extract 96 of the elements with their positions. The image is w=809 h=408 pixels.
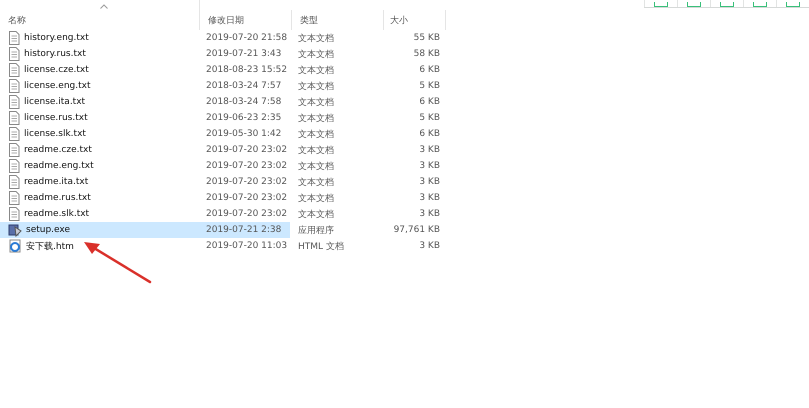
modified-date: 2019-07-20 21:58 (206, 33, 288, 43)
file-type: 文本文档 (298, 48, 334, 60)
text-file-icon (8, 47, 20, 61)
file-size: 5 KB (419, 81, 440, 91)
toolbar-icon (786, 2, 800, 7)
modified-date: 2019-07-20 23:02 (206, 193, 288, 203)
file-type: 文本文档 (298, 112, 334, 124)
text-file-icon (8, 63, 20, 77)
column-header[interactable]: 修改日期 (200, 10, 292, 30)
file-type: 文本文档 (298, 208, 334, 220)
file-row[interactable]: readme.ita.txt 2019-07-20 23:02 文本文档 3 KB (0, 174, 446, 190)
modified-date: 2019-07-21 3:43 (206, 49, 282, 59)
modified-date: 2019-06-23 2:35 (206, 113, 282, 123)
column-header[interactable]: 名称 (0, 0, 200, 30)
modified-date: 2019-07-21 2:38 (206, 225, 282, 235)
column-label: 大小 (390, 14, 408, 26)
file-name: history.eng.txt (24, 33, 89, 43)
file-row[interactable]: license.rus.txt 2019-06-23 2:35 文本文档 5 KB (0, 110, 446, 126)
file-name: readme.cze.txt (24, 145, 92, 155)
file-type: 应用程序 (298, 224, 334, 236)
modified-date: 2018-08-23 15:52 (206, 65, 288, 75)
file-size: 3 KB (419, 241, 440, 251)
text-file-icon (8, 111, 20, 125)
file-type: 文本文档 (298, 96, 334, 108)
toolbar-icon (687, 2, 701, 7)
file-row[interactable]: license.eng.txt 2018-03-24 7:57 文本文档 5 KB (0, 78, 446, 94)
file-type: 文本文档 (298, 80, 334, 92)
file-row[interactable]: history.rus.txt 2019-07-21 3:43 文本文档 58 KB (0, 46, 446, 62)
file-size: 3 KB (419, 161, 440, 171)
file-size: 6 KB (419, 65, 440, 75)
file-name: history.rus.txt (24, 49, 86, 59)
file-name: license.cze.txt (24, 65, 89, 75)
file-row[interactable]: license.cze.txt 2018-08-23 15:52 文本文档 6 KB (0, 62, 446, 78)
installer-icon (8, 223, 22, 237)
file-size: 6 KB (419, 97, 440, 107)
file-name: license.rus.txt (24, 113, 88, 123)
file-type: 文本文档 (298, 128, 334, 140)
text-file-icon (8, 143, 20, 157)
file-type: 文本文档 (298, 176, 334, 188)
modified-date: 2018-03-24 7:58 (206, 97, 282, 107)
file-row[interactable]: readme.slk.txt 2019-07-20 23:02 文本文档 3 KB (0, 206, 446, 222)
column-header[interactable]: 类型 (292, 10, 384, 30)
file-size: 3 KB (419, 177, 440, 187)
file-name: readme.rus.txt (24, 193, 91, 203)
modified-date: 2019-07-20 23:02 (206, 177, 288, 187)
file-size: 58 KB (414, 49, 440, 59)
toolbar-icon (753, 2, 767, 7)
text-file-icon (8, 207, 20, 221)
toolbar-icon (654, 2, 668, 7)
file-name: readme.eng.txt (24, 161, 94, 171)
file-type: 文本文档 (298, 64, 334, 76)
modified-date: 2019-07-20 23:02 (206, 161, 288, 171)
file-name: readme.slk.txt (24, 209, 90, 219)
text-file-icon (8, 127, 20, 141)
file-size: 5 KB (419, 113, 440, 123)
modified-date: 2019-05-30 1:42 (206, 129, 282, 139)
file-row[interactable]: readme.rus.txt 2019-07-20 23:02 文本文档 3 KB (0, 190, 446, 206)
file-type: 文本文档 (298, 144, 334, 156)
web-page-icon (8, 239, 22, 253)
text-file-icon (8, 175, 20, 189)
column-label: 类型 (300, 14, 318, 26)
file-name: readme.ita.txt (24, 177, 88, 187)
text-file-icon (8, 79, 20, 93)
modified-date: 2019-07-20 23:02 (206, 209, 288, 219)
file-type: 文本文档 (298, 160, 334, 172)
column-header[interactable]: 大小 (384, 10, 446, 30)
file-name: setup.exe (26, 225, 70, 235)
file-size: 3 KB (419, 209, 440, 219)
column-label: 名称 (8, 14, 26, 26)
file-size: 3 KB (419, 193, 440, 203)
text-file-icon (8, 31, 20, 45)
file-row[interactable]: license.ita.txt 2018-03-24 7:58 文本文档 6 KB (0, 94, 446, 110)
file-row[interactable]: 安下载.htm 2019-07-20 11:03 HTML 文档 3 KB (0, 238, 446, 254)
file-name: license.eng.txt (24, 81, 90, 91)
file-size: 6 KB (419, 129, 440, 139)
file-size: 55 KB (414, 33, 440, 43)
modified-date: 2019-07-20 11:03 (206, 241, 288, 251)
file-type: HTML 文档 (298, 240, 344, 252)
file-row[interactable]: license.slk.txt 2019-05-30 1:42 文本文档 6 KB (0, 126, 446, 142)
file-name: 安下载.htm (26, 240, 74, 252)
text-file-icon (8, 95, 20, 109)
text-file-icon (8, 159, 20, 173)
file-size: 97,761 KB (394, 225, 440, 235)
file-type: 文本文档 (298, 32, 334, 44)
file-type: 文本文档 (298, 192, 334, 204)
text-file-icon (8, 191, 20, 205)
modified-date: 2018-03-24 7:57 (206, 81, 282, 91)
file-row[interactable]: readme.cze.txt 2019-07-20 23:02 文本文档 3 KB (0, 142, 446, 158)
toolbar-icon (720, 2, 734, 7)
file-row[interactable]: readme.eng.txt 2019-07-20 23:02 文本文档 3 KB (0, 158, 446, 174)
file-size: 3 KB (419, 145, 440, 155)
file-name: license.ita.txt (24, 97, 86, 107)
modified-date: 2019-07-20 23:02 (206, 145, 288, 155)
file-row[interactable]: history.eng.txt 2019-07-20 21:58 文本文档 55 KB (0, 30, 446, 46)
file-name: license.slk.txt (24, 129, 86, 139)
column-label: 修改日期 (208, 14, 244, 26)
